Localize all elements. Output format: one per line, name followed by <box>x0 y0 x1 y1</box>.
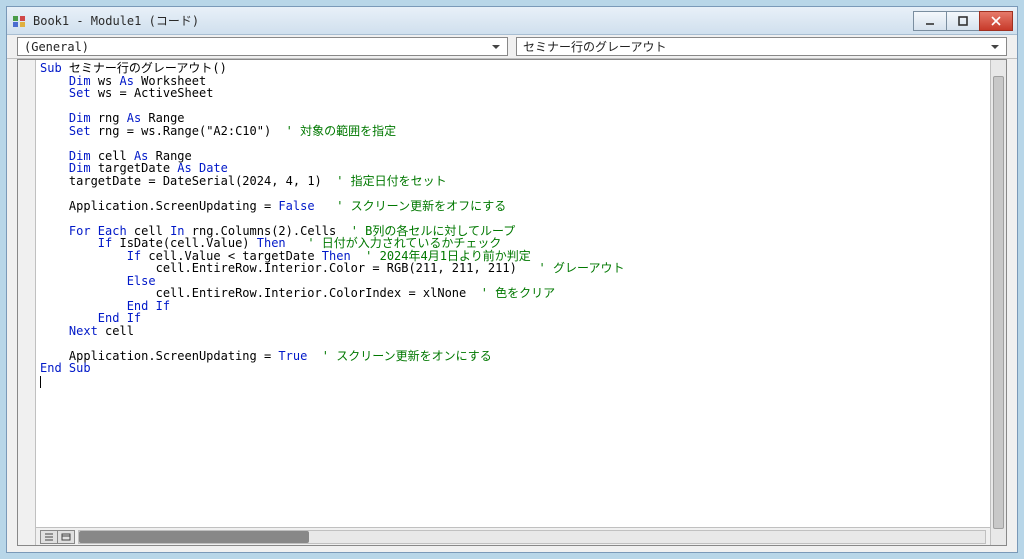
scrollbar-thumb[interactable] <box>79 531 309 543</box>
chevron-down-icon <box>988 40 1002 54</box>
procedure-view-button[interactable] <box>40 530 58 544</box>
window-title: Book1 - Module1 (コード) <box>33 12 914 29</box>
code-line[interactable]: End If <box>40 312 986 325</box>
code-line[interactable]: Application.ScreenUpdating = False ' スクリ… <box>40 200 986 213</box>
code-editor[interactable]: Sub セミナー行のグレーアウト() Dim ws As Worksheet S… <box>36 60 990 545</box>
code-line[interactable]: Application.ScreenUpdating = True ' スクリー… <box>40 350 986 363</box>
full-module-view-button[interactable] <box>57 530 75 544</box>
object-dropdown-value: (General) <box>24 40 89 54</box>
code-line[interactable]: targetDate = DateSerial(2024, 4, 1) ' 指定… <box>40 175 986 188</box>
declaration-bar: (General) セミナー行のグレーアウト <box>7 35 1017 59</box>
code-line[interactable]: End Sub <box>40 362 986 375</box>
vertical-scrollbar[interactable] <box>990 60 1006 545</box>
maximize-button[interactable] <box>946 11 980 31</box>
text-caret <box>40 376 41 388</box>
code-line[interactable]: cell.EntireRow.Interior.Color = RGB(211,… <box>40 262 986 275</box>
code-line[interactable]: Set ws = ActiveSheet <box>40 87 986 100</box>
horizontal-scrollbar[interactable] <box>78 530 986 544</box>
object-dropdown[interactable]: (General) <box>17 37 508 56</box>
minimize-button[interactable] <box>913 11 947 31</box>
module-icon <box>11 13 27 29</box>
procedure-dropdown-value: セミナー行のグレーアウト <box>523 38 667 55</box>
procedure-dropdown[interactable]: セミナー行のグレーアウト <box>516 37 1007 56</box>
bottom-bar <box>36 527 990 545</box>
code-line[interactable]: Next cell <box>40 325 986 338</box>
chevron-down-icon <box>489 40 503 54</box>
code-line[interactable]: Set rng = ws.Range("A2:C10") ' 対象の範囲を指定 <box>40 125 986 138</box>
window-buttons <box>914 11 1013 31</box>
titlebar[interactable]: Book1 - Module1 (コード) <box>7 7 1017 35</box>
code-window: Book1 - Module1 (コード) (General) セミナー行のグレ… <box>6 6 1018 553</box>
code-area: Sub セミナー行のグレーアウト() Dim ws As Worksheet S… <box>17 59 1007 546</box>
close-button[interactable] <box>979 11 1013 31</box>
scrollbar-thumb[interactable] <box>993 76 1004 529</box>
code-line[interactable]: End If <box>40 300 986 313</box>
code-line[interactable]: cell.EntireRow.Interior.ColorIndex = xlN… <box>40 287 986 300</box>
margin-indicator-bar[interactable] <box>18 60 36 545</box>
